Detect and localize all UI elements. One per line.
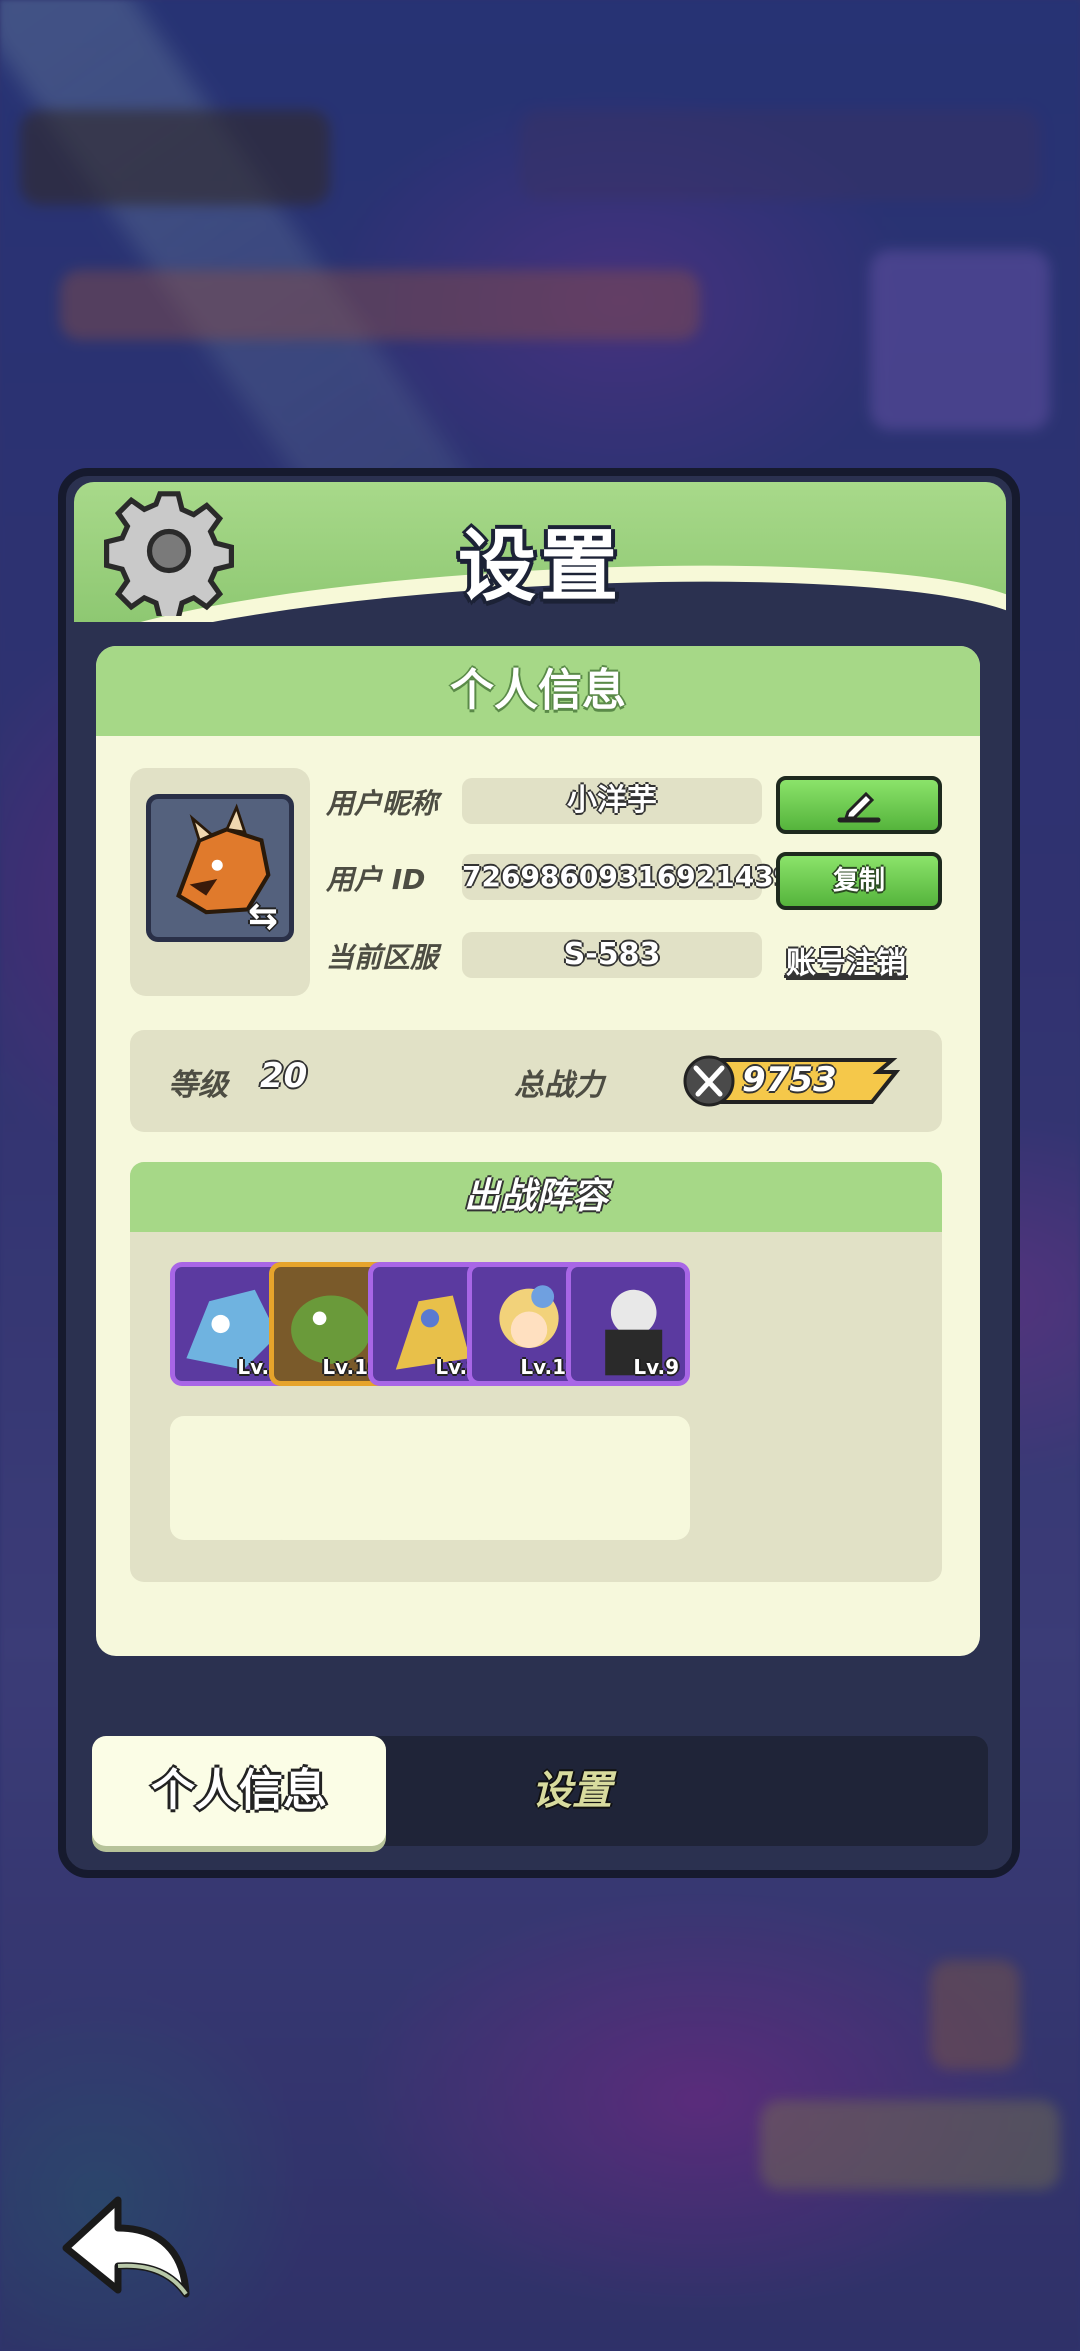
- avatar-frame: ⇆: [130, 768, 310, 996]
- level-value: 20: [260, 1056, 308, 1096]
- edit-nickname-button[interactable]: [776, 776, 942, 834]
- pencil-edit-icon: [837, 791, 881, 822]
- personal-info-card: 个人信息 ⇆ 用户昵称 小洋芋 用户 ID 72698609316921439 …: [96, 646, 980, 1656]
- user-id-field: 72698609316921439: [462, 854, 793, 900]
- level-label: 等级: [168, 1068, 228, 1103]
- tab-bar: 个人信息 设置: [92, 1736, 988, 1846]
- tab-settings[interactable]: 设置: [472, 1736, 672, 1846]
- copy-button[interactable]: 复制: [776, 852, 942, 910]
- power-label: 总战力: [514, 1068, 604, 1103]
- hero-slot-5[interactable]: Lv.9: [566, 1262, 690, 1386]
- power-badge: 9753: [682, 1054, 902, 1108]
- section-title: 个人信息: [96, 646, 980, 736]
- cancel-account-link[interactable]: 账号注销: [786, 938, 906, 982]
- empty-slot[interactable]: [566, 1416, 690, 1540]
- nickname-field: 小洋芋: [462, 778, 762, 824]
- lineup-section: 出战阵容 Lv.5 Lv.10 Lv.8 Lv.12 Lv.9: [130, 1162, 942, 1582]
- back-arrow-icon[interactable]: [56, 2190, 196, 2300]
- user-id-label: 用户 ID: [326, 863, 426, 896]
- stats-bar: 等级 20 总战力 9753: [130, 1030, 942, 1132]
- hero-level: Lv.9: [633, 1355, 679, 1379]
- lineup-title: 出战阵容: [130, 1162, 942, 1232]
- nickname-label: 用户昵称: [326, 787, 439, 820]
- power-value: 9753: [742, 1060, 837, 1100]
- tab-personal-info[interactable]: 个人信息: [92, 1736, 386, 1846]
- page-title: 设置: [457, 522, 622, 612]
- panel-header: 设置: [74, 482, 1006, 622]
- swap-arrows-icon[interactable]: ⇆: [248, 896, 278, 937]
- server-label: 当前区服: [326, 941, 439, 974]
- server-field: S-583: [462, 932, 762, 978]
